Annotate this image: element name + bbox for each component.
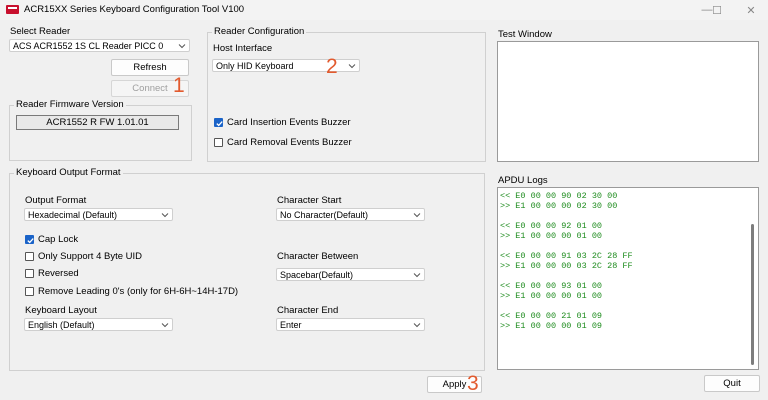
output-format-select[interactable]: Hexadecimal (Default) <box>24 208 173 221</box>
apdu-log-line <box>500 241 633 251</box>
output-format-value: Hexadecimal (Default) <box>28 209 118 220</box>
keyboard-layout-select[interactable]: English (Default) <box>24 318 173 331</box>
char-end-value: Enter <box>280 319 302 330</box>
annotation-step-2: 2 <box>326 55 338 78</box>
chevron-down-icon <box>178 44 186 49</box>
chevron-down-icon <box>161 213 169 218</box>
remove-leading-zeros-checkbox[interactable] <box>25 287 34 296</box>
reader-config-title: Reader Configuration <box>212 26 307 37</box>
apdu-logs-textarea[interactable]: << E0 00 00 90 02 30 00 >> E1 00 00 00 02… <box>497 187 759 370</box>
close-button[interactable]: ✕ <box>734 0 768 20</box>
quit-button[interactable]: Quit <box>704 375 760 392</box>
annotation-step-3: 3 <box>467 372 479 395</box>
char-start-label: Character Start <box>277 195 342 206</box>
char-between-value: Spacebar(Default) <box>280 269 354 280</box>
char-end-label: Character End <box>277 305 339 316</box>
chevron-down-icon <box>413 273 421 278</box>
select-reader-title: Select Reader <box>10 26 71 37</box>
apdu-logs-scrollbar[interactable] <box>751 224 754 365</box>
removal-buzzer-checkbox[interactable] <box>214 138 223 147</box>
reversed-checkbox[interactable] <box>25 269 34 278</box>
apdu-log-line <box>500 301 633 311</box>
chevron-down-icon <box>161 323 169 328</box>
reader-select-value: ACS ACR1552 1S CL Reader PICC 0 <box>13 40 164 51</box>
apdu-log-line: >> E1 00 00 00 01 09 <box>500 321 603 331</box>
apdu-log-line: >> E1 00 00 00 01 00 <box>500 291 603 301</box>
chevron-down-icon <box>413 213 421 218</box>
cap-lock-checkbox[interactable] <box>25 235 34 244</box>
firmware-group <box>9 105 192 161</box>
char-start-value: No Character(Default) <box>280 209 369 220</box>
insertion-buzzer-label: Card Insertion Events Buzzer <box>227 117 351 128</box>
apdu-logs-title: APDU Logs <box>498 175 548 186</box>
apdu-log-line: >> E1 00 00 00 02 30 00 <box>500 201 618 211</box>
firmware-group-title: Reader Firmware Version <box>14 99 126 110</box>
char-between-select[interactable]: Spacebar(Default) <box>276 268 425 281</box>
four-byte-uid-label: Only Support 4 Byte UID <box>38 251 143 262</box>
insertion-buzzer-checkbox[interactable] <box>214 118 223 127</box>
apdu-log-line: << E0 00 00 90 02 30 00 <box>500 191 618 201</box>
chevron-down-icon <box>413 323 421 328</box>
host-interface-value: Only HID Keyboard <box>216 60 294 71</box>
test-window-title: Test Window <box>498 29 552 40</box>
apdu-log-line: << E0 00 00 21 01 09 <box>500 311 603 321</box>
apdu-log-line: << E0 00 00 92 01 00 <box>500 221 603 231</box>
remove-leading-zeros-label: Remove Leading 0's (only for 6H-6H~14H-1… <box>38 286 239 297</box>
keyboard-output-title: Keyboard Output Format <box>14 167 123 178</box>
annotation-step-1: 1 <box>173 74 185 97</box>
cap-lock-label: Cap Lock <box>38 234 79 245</box>
char-end-select[interactable]: Enter <box>276 318 425 331</box>
firmware-version-field: ACR1552 R FW 1.01.01 <box>16 115 179 130</box>
apdu-log-line: << E0 00 00 91 03 2C 28 FF <box>500 251 633 261</box>
title-bar: ACR15XX Series Keyboard Configuration To… <box>0 0 768 20</box>
apdu-log-line: >> E1 00 00 00 03 2C 28 FF <box>500 261 633 271</box>
host-interface-label: Host Interface <box>213 43 273 54</box>
host-interface-select[interactable]: Only HID Keyboard <box>212 59 360 72</box>
check-icon <box>27 238 34 244</box>
removal-buzzer-label: Card Removal Events Buzzer <box>227 137 352 148</box>
maximize-button[interactable]: ☐ <box>700 0 734 20</box>
apdu-log-line: << E0 00 00 93 01 00 <box>500 281 603 291</box>
apdu-log-line: >> E1 00 00 00 01 00 <box>500 231 603 241</box>
keyboard-layout-label: Keyboard Layout <box>25 305 97 316</box>
keyboard-layout-value: English (Default) <box>28 319 95 330</box>
reader-select[interactable]: ACS ACR1552 1S CL Reader PICC 0 <box>9 39 190 52</box>
test-window-textarea[interactable] <box>497 41 759 162</box>
reversed-label: Reversed <box>38 268 79 279</box>
four-byte-uid-checkbox[interactable] <box>25 252 34 261</box>
window-title: ACR15XX Series Keyboard Configuration To… <box>24 4 245 15</box>
output-format-label: Output Format <box>25 195 87 206</box>
app-icon <box>6 5 19 14</box>
apdu-log-line <box>500 211 633 221</box>
char-start-select[interactable]: No Character(Default) <box>276 208 425 221</box>
check-icon <box>216 121 223 127</box>
apdu-log-lines: << E0 00 00 90 02 30 00 >> E1 00 00 00 02… <box>500 191 633 331</box>
apdu-log-line <box>500 271 633 281</box>
char-between-label: Character Between <box>277 251 359 262</box>
chevron-down-icon <box>348 64 356 69</box>
